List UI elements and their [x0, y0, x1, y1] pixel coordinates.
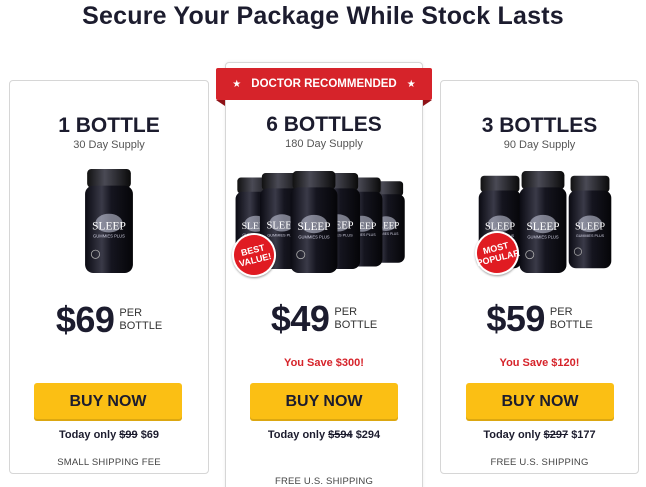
package-card-6-bottles: 6 BOTTLES 180 Day Supply BEST VALUE! $49 … — [225, 62, 423, 487]
bottle-icon — [515, 171, 571, 273]
old-price: $594 — [328, 429, 353, 441]
package-card-3-bottles: 3 BOTTLES 90 Day Supply MOST POPULAR $59 … — [440, 80, 639, 474]
star-icon: ★ — [232, 78, 242, 90]
buy-now-button[interactable]: BUY NOW — [250, 383, 398, 421]
price-per-bottle: $49 — [270, 298, 330, 339]
bottle-image — [10, 169, 208, 273]
old-price: $99 — [119, 429, 138, 441]
star-icon: ★ — [406, 78, 416, 90]
package-supply: 180 Day Supply — [285, 138, 363, 150]
new-price: $294 — [355, 429, 381, 441]
bottle-icon — [565, 175, 615, 269]
package-title: 3 BOTTLES — [481, 114, 598, 137]
package-card-1-bottle: 1 BOTTLE 30 Day Supply $69 PER BOTTLE BUY… — [9, 80, 209, 474]
doctor-recommended-ribbon: ★ DOCTOR RECOMMENDED ★ — [216, 68, 432, 100]
you-save-text: You Save $300! — [284, 357, 364, 369]
price-row: $59 PER BOTTLE — [441, 298, 638, 340]
package-supply: 90 Day Supply — [503, 139, 576, 151]
buy-now-button[interactable]: BUY NOW — [34, 383, 182, 421]
bottle-icon — [286, 171, 342, 273]
package-supply: 30 Day Supply — [73, 139, 145, 151]
price-per-bottle: $69 — [55, 299, 115, 340]
price-row: $49 PER BOTTLE — [226, 298, 422, 340]
today-only-price: Today only $99 $69 — [58, 429, 160, 441]
shipping-note: SMALL SHIPPING FEE — [57, 457, 161, 468]
you-save-text: You Save $120! — [499, 357, 580, 369]
shipping-note: FREE U.S. SHIPPING — [274, 476, 374, 487]
ribbon-fold — [423, 100, 432, 106]
per-bottle-label: PER BOTTLE — [549, 306, 593, 331]
buy-now-button[interactable]: BUY NOW — [466, 383, 614, 421]
price-row: $69 PER BOTTLE — [10, 299, 208, 341]
bottle-icon — [80, 169, 138, 273]
shipping-note: FREE U.S. SHIPPING — [490, 457, 589, 468]
page-headline: Secure Your Package While Stock Lasts — [82, 2, 564, 30]
new-price: $177 — [571, 429, 596, 441]
new-price: $69 — [140, 429, 160, 441]
package-title: 6 BOTTLES — [266, 113, 382, 136]
today-only-price: Today only $594 $294 — [267, 429, 381, 441]
ribbon-label: DOCTOR RECOMMENDED — [251, 78, 397, 90]
per-bottle-label: PER BOTTLE — [334, 306, 378, 331]
today-only-price: Today only $297 $177 — [483, 429, 596, 441]
package-title: 1 BOTTLE — [58, 114, 160, 137]
price-per-bottle: $59 — [486, 298, 545, 339]
old-price: $297 — [543, 429, 569, 441]
bottle-image — [441, 171, 638, 273]
ribbon-fold — [216, 100, 225, 106]
per-bottle-label: PER BOTTLE — [119, 307, 163, 332]
